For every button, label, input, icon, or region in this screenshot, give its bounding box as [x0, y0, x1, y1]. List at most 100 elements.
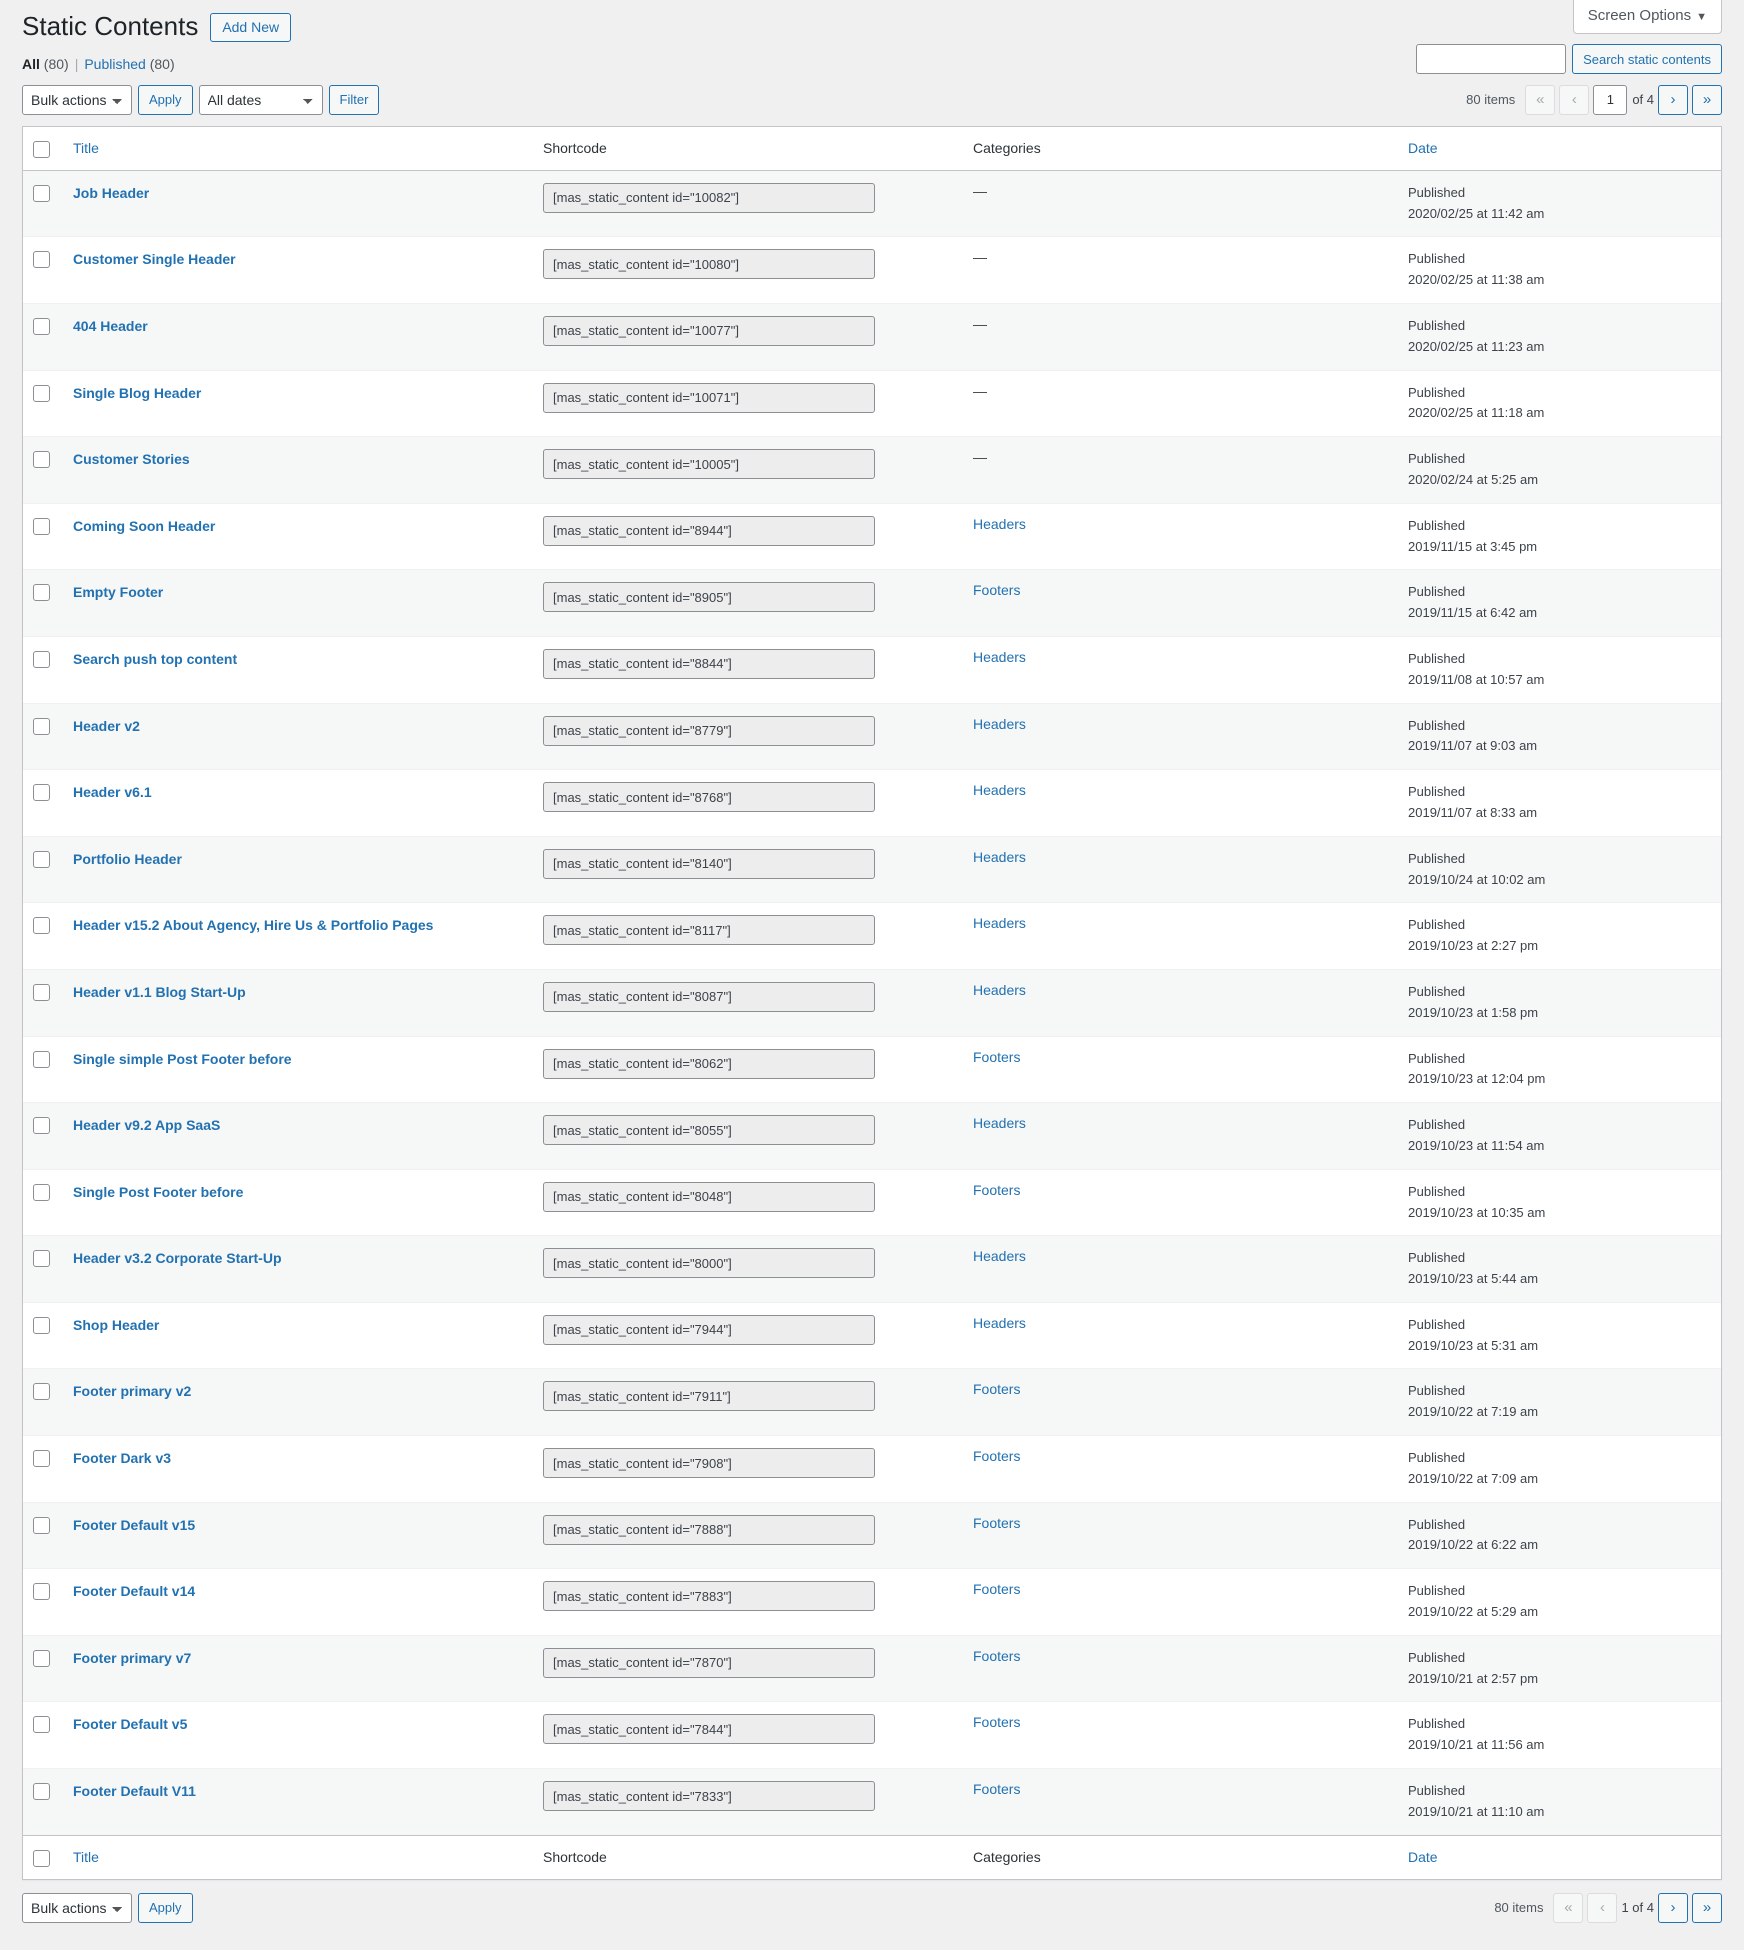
row-shortcode-input[interactable]	[543, 915, 875, 946]
row-select-checkbox[interactable]	[33, 717, 50, 735]
bulk-actions-select-bottom[interactable]: Bulk actions	[22, 1892, 132, 1923]
bulk-apply-button-bottom[interactable]: Apply	[138, 1892, 193, 1923]
row-title-link[interactable]: Footer Default v15	[73, 1515, 195, 1533]
row-category-link[interactable]: Headers	[973, 1248, 1026, 1264]
row-title-link[interactable]: Search push top content	[73, 649, 237, 667]
row-shortcode-input[interactable]	[543, 1181, 875, 1212]
row-select-checkbox[interactable]	[33, 1316, 50, 1334]
row-title-link[interactable]: Footer Default V11	[73, 1781, 196, 1799]
row-category-link[interactable]: Headers	[973, 849, 1026, 865]
row-shortcode-input[interactable]	[543, 1381, 875, 1412]
row-select-checkbox[interactable]	[33, 1183, 50, 1201]
column-header-title-link-top[interactable]: Title	[73, 140, 99, 156]
date-filter-select[interactable]: All dates	[198, 84, 323, 115]
row-title-link[interactable]: 404 Header	[73, 316, 148, 334]
row-category-link[interactable]: Footers	[973, 1515, 1020, 1531]
column-header-date-top[interactable]: Date	[1398, 126, 1721, 171]
row-category-link[interactable]: Footers	[973, 1714, 1020, 1730]
column-header-date-link-bottom[interactable]: Date	[1408, 1849, 1438, 1865]
row-category-link[interactable]: Headers	[973, 1315, 1026, 1331]
status-filter-all-link[interactable]: All	[22, 56, 40, 72]
row-select-checkbox[interactable]	[33, 1383, 50, 1401]
row-shortcode-input[interactable]	[543, 382, 875, 413]
row-title-link[interactable]: Single Blog Header	[73, 383, 201, 401]
select-all-checkbox-bottom[interactable]	[33, 1849, 50, 1867]
row-category-link[interactable]: Headers	[973, 516, 1026, 532]
row-select-checkbox[interactable]	[33, 1783, 50, 1801]
row-title-link[interactable]: Footer primary v7	[73, 1648, 191, 1666]
row-category-link[interactable]: Headers	[973, 649, 1026, 665]
row-shortcode-input[interactable]	[543, 1514, 875, 1545]
row-select-checkbox[interactable]	[33, 1649, 50, 1667]
row-shortcode-input[interactable]	[543, 449, 875, 480]
row-title-link[interactable]: Header v9.2 App SaaS	[73, 1115, 220, 1133]
search-input[interactable]	[1416, 44, 1567, 74]
row-shortcode-input[interactable]	[543, 981, 875, 1012]
select-all-checkbox-top[interactable]	[33, 140, 50, 158]
row-shortcode-input[interactable]	[543, 1314, 875, 1345]
bulk-actions-select-top[interactable]: Bulk actions	[22, 84, 132, 115]
row-select-checkbox[interactable]	[33, 384, 50, 402]
search-submit-button[interactable]: Search static contents	[1572, 44, 1722, 74]
row-shortcode-input[interactable]	[543, 782, 875, 813]
row-select-checkbox[interactable]	[33, 1117, 50, 1135]
row-category-link[interactable]: Footers	[973, 1049, 1020, 1065]
last-page-button-bottom[interactable]: »	[1692, 1892, 1722, 1923]
row-shortcode-input[interactable]	[543, 182, 875, 213]
row-category-link[interactable]: Headers	[973, 782, 1026, 798]
row-title-link[interactable]: Customer Single Header	[73, 249, 236, 267]
row-category-link[interactable]: Headers	[973, 915, 1026, 931]
row-category-link[interactable]: Footers	[973, 1182, 1020, 1198]
row-select-checkbox[interactable]	[33, 650, 50, 668]
row-select-checkbox[interactable]	[33, 451, 50, 469]
row-title-link[interactable]: Header v2	[73, 716, 140, 734]
last-page-button-top[interactable]: »	[1692, 84, 1722, 115]
row-select-checkbox[interactable]	[33, 1250, 50, 1268]
column-header-date-bottom[interactable]: Date	[1398, 1834, 1721, 1879]
row-select-checkbox[interactable]	[33, 1050, 50, 1068]
row-shortcode-input[interactable]	[543, 582, 875, 613]
row-category-link[interactable]: Footers	[973, 582, 1020, 598]
status-filter-published-link[interactable]: Published	[84, 56, 146, 72]
row-category-link[interactable]: Headers	[973, 1115, 1026, 1131]
row-title-link[interactable]: Header v6.1	[73, 782, 152, 800]
bulk-apply-button-top[interactable]: Apply	[138, 84, 193, 115]
row-category-link[interactable]: Footers	[973, 1781, 1020, 1797]
row-shortcode-input[interactable]	[543, 1248, 875, 1279]
row-category-link[interactable]: Footers	[973, 1581, 1020, 1597]
row-title-link[interactable]: Single Post Footer before	[73, 1182, 243, 1200]
row-title-link[interactable]: Header v15.2 About Agency, Hire Us & Por…	[73, 915, 433, 933]
row-select-checkbox[interactable]	[33, 1716, 50, 1734]
row-select-checkbox[interactable]	[33, 784, 50, 802]
row-select-checkbox[interactable]	[33, 317, 50, 335]
column-header-title-link-bottom[interactable]: Title	[73, 1849, 99, 1865]
column-header-title-bottom[interactable]: Title	[63, 1834, 533, 1879]
row-select-checkbox[interactable]	[33, 917, 50, 935]
row-shortcode-input[interactable]	[543, 848, 875, 879]
row-shortcode-input[interactable]	[543, 1781, 875, 1812]
row-title-link[interactable]: Portfolio Header	[73, 849, 182, 867]
row-shortcode-input[interactable]	[543, 515, 875, 546]
status-filter-all[interactable]: All (80)	[22, 56, 69, 72]
row-category-link[interactable]: Footers	[973, 1448, 1020, 1464]
row-title-link[interactable]: Header v3.2 Corporate Start-Up	[73, 1248, 282, 1266]
row-title-link[interactable]: Footer primary v2	[73, 1381, 191, 1399]
row-category-link[interactable]: Headers	[973, 982, 1026, 998]
row-title-link[interactable]: Single simple Post Footer before	[73, 1049, 292, 1067]
row-select-checkbox[interactable]	[33, 517, 50, 535]
row-title-link[interactable]: Coming Soon Header	[73, 516, 215, 534]
current-page-input[interactable]	[1593, 84, 1628, 115]
row-select-checkbox[interactable]	[33, 850, 50, 868]
row-title-link[interactable]: Empty Footer	[73, 582, 163, 600]
row-category-link[interactable]: Headers	[973, 716, 1026, 732]
row-select-checkbox[interactable]	[33, 184, 50, 202]
row-title-link[interactable]: Shop Header	[73, 1315, 159, 1333]
row-select-checkbox[interactable]	[33, 983, 50, 1001]
status-filter-published[interactable]: Published (80)	[84, 56, 174, 72]
row-title-link[interactable]: Customer Stories	[73, 449, 190, 467]
row-title-link[interactable]: Footer Default v14	[73, 1581, 195, 1599]
row-title-link[interactable]: Header v1.1 Blog Start-Up	[73, 982, 246, 1000]
screen-options-button[interactable]: Screen Options ▼	[1572, 0, 1722, 34]
row-shortcode-input[interactable]	[543, 1448, 875, 1479]
row-select-checkbox[interactable]	[33, 584, 50, 602]
